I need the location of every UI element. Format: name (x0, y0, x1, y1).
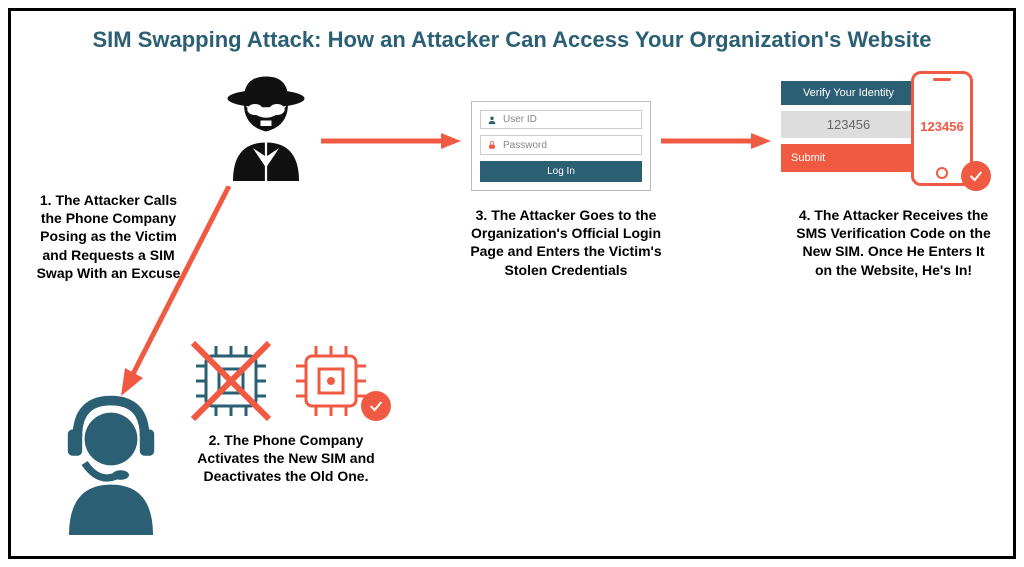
userid-input[interactable]: User ID (480, 110, 642, 129)
verify-code-input[interactable]: 123456 (781, 111, 916, 138)
arrow-icon (321, 131, 461, 151)
diagram-frame: SIM Swapping Attack: How an Attacker Can… (8, 8, 1016, 559)
attacker-icon (211, 71, 321, 181)
lock-icon (487, 140, 497, 150)
step-4-text: 4. The Attacker Receives the SMS Verific… (796, 206, 991, 279)
arrow-icon (121, 186, 241, 396)
step-2-text: 2. The Phone Company Activates the New S… (196, 431, 376, 486)
step-3-text: 3. The Attacker Goes to the Organization… (466, 206, 666, 279)
diagram-title: SIM Swapping Attack: How an Attacker Can… (11, 27, 1013, 53)
password-placeholder: Password (503, 140, 547, 151)
check-badge-icon (361, 391, 391, 421)
arrow-icon (661, 131, 771, 151)
verify-header: Verify Your Identity (781, 81, 916, 105)
login-button[interactable]: Log In (480, 161, 642, 182)
login-form: User ID Password Log In (471, 101, 651, 191)
phone-sms-code: 123456 (914, 119, 970, 134)
userid-placeholder: User ID (503, 114, 537, 125)
user-icon (487, 115, 497, 125)
support-agent-icon (51, 391, 171, 531)
new-sim-chip-icon (296, 346, 366, 416)
verify-panel: Verify Your Identity 123456 Submit (781, 81, 916, 172)
verify-submit-button[interactable]: Submit (781, 144, 916, 172)
check-badge-icon (961, 161, 991, 191)
password-input[interactable]: Password (480, 135, 642, 154)
